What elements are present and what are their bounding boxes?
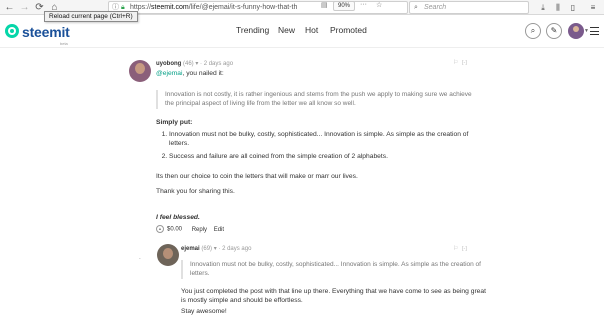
nav-hot[interactable]: Hot: [305, 25, 318, 35]
back-icon[interactable]: ←: [3, 1, 16, 14]
comment-greeting: @ejemai, you nailed it:: [156, 70, 224, 77]
reply-body: You just completed the post with that li…: [181, 288, 486, 305]
zoom-level[interactable]: 90%: [333, 1, 356, 11]
steemit-logo-icon[interactable]: [5, 24, 19, 38]
collapse-toggle[interactable]: [-]: [462, 60, 467, 66]
chevron-down-icon[interactable]: ▾: [195, 61, 198, 67]
search-placeholder: Search: [424, 4, 447, 11]
comment-time[interactable]: 2 days ago: [204, 61, 233, 67]
blockquote: Innovation must not be bulky, costly, so…: [181, 260, 481, 279]
bookmark-icon[interactable]: ☆: [376, 1, 382, 9]
reply-link[interactable]: Reply: [192, 227, 207, 233]
sidebar-icon[interactable]: ▯: [568, 1, 578, 14]
nav-trending[interactable]: Trending: [236, 25, 269, 35]
thread-marker: -: [139, 256, 141, 262]
hamburger-icon[interactable]: [590, 27, 599, 35]
list-item: Success and failure are all coined from …: [169, 152, 480, 161]
comment-author[interactable]: uyobong: [156, 61, 181, 67]
overflow-icon[interactable]: ···: [360, 1, 367, 8]
beta-label: beta: [60, 41, 68, 46]
comment-meta: uyobong (46) ▾ · 2 days ago: [156, 61, 234, 67]
search-input[interactable]: ⌕ Search: [409, 1, 529, 14]
collapse-toggle[interactable]: [-]: [462, 246, 467, 252]
comment-avatar[interactable]: [129, 60, 151, 82]
reload-tooltip: Reload current page (Ctrl+R): [44, 11, 138, 22]
list-item: Innovation must not be bulky, costly, so…: [169, 130, 480, 149]
chevron-down-icon[interactable]: ▼: [584, 28, 589, 34]
simply-put-label: Simply put:: [156, 119, 193, 126]
flag-icon[interactable]: ⚐: [453, 59, 458, 66]
author-reputation: (69): [201, 246, 213, 252]
points-list: Innovation must not be bulky, costly, so…: [160, 130, 480, 164]
nav-new[interactable]: New: [278, 25, 295, 35]
download-icon[interactable]: ⤓: [538, 1, 548, 14]
nav-promoted[interactable]: Promoted: [330, 25, 367, 35]
user-avatar[interactable]: [568, 23, 584, 39]
flag-icon[interactable]: ⚐: [453, 245, 458, 252]
site-logo[interactable]: steemit: [22, 24, 70, 40]
reply-avatar[interactable]: [157, 244, 179, 266]
library-icon[interactable]: ⫼: [553, 1, 563, 14]
paragraph: Thank you for sharing this.: [156, 188, 235, 195]
menu-icon[interactable]: ≡: [588, 1, 598, 14]
reply-author[interactable]: ejemai: [181, 246, 200, 252]
comment-footer: ▲ $0.00 Reply Edit: [156, 225, 224, 233]
reader-view-icon[interactable]: ▤: [321, 1, 328, 9]
edit-link[interactable]: Edit: [214, 227, 224, 233]
reply-time[interactable]: 2 days ago: [222, 246, 251, 252]
payout-amount[interactable]: $0.00: [167, 227, 182, 233]
reply-closing: Stay awesome!: [181, 308, 227, 315]
emphasis-line: I feel blessed.: [156, 214, 200, 221]
user-mention[interactable]: @ejemai: [156, 70, 183, 77]
paragraph: Its then our choice to coin the letters …: [156, 173, 358, 180]
search-button[interactable]: ⌕: [525, 23, 541, 39]
upvote-icon[interactable]: ▲: [156, 225, 164, 233]
author-reputation: (46): [183, 61, 194, 67]
pencil-icon[interactable]: ✎: [546, 23, 562, 39]
reply-meta: ejemai (69) ▾ · 2 days ago: [181, 246, 252, 252]
blockquote: Innovation is not costly, it is rather i…: [156, 90, 476, 109]
forward-icon[interactable]: →: [18, 1, 31, 14]
search-icon: ⌕: [414, 4, 418, 11]
chevron-down-icon[interactable]: ▾: [214, 246, 217, 252]
url-text: https://steemit.com/life/@ejemai/it-s-fu…: [130, 4, 298, 11]
